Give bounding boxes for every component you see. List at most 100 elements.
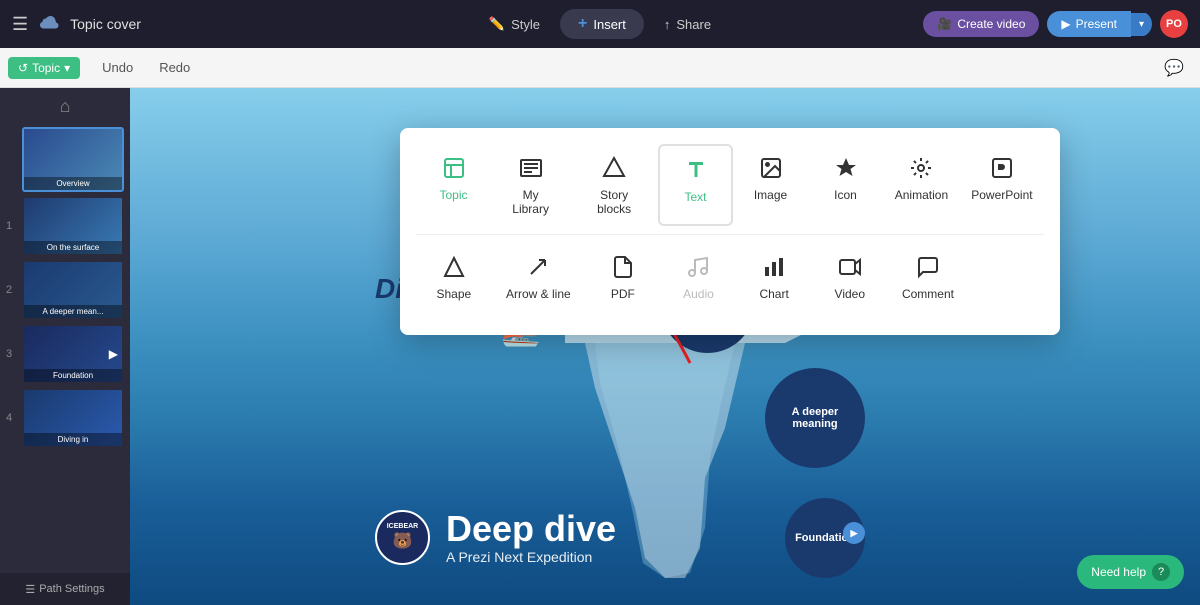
tab-insert[interactable]: + Insert — [560, 9, 644, 39]
menu-item-shape[interactable]: Shape — [416, 243, 491, 311]
topic-badge[interactable]: ↺ Topic ▾ — [8, 57, 80, 79]
icebear-logo: ICEBEAR 🐻 — [375, 510, 430, 565]
undo-button[interactable]: Undo — [90, 56, 145, 79]
menu-item-icon[interactable]: Icon — [808, 144, 883, 226]
menu-row2-spacer — [969, 243, 1044, 311]
video-menu-label: Video — [835, 287, 865, 301]
home-icon: ⌂ — [60, 96, 71, 117]
insert-menu: Topic My Library — [400, 128, 1060, 335]
topic-menu-label: Topic — [439, 188, 467, 202]
powerpoint-menu-icon — [990, 154, 1014, 182]
slide-entry-1: 1 On the surface — [0, 194, 130, 258]
menu-item-powerpoint[interactable]: PowerPoint — [960, 144, 1044, 226]
menu-item-arrow[interactable]: Arrow & line — [492, 243, 585, 311]
arrow-menu-label: Arrow & line — [506, 287, 571, 301]
share-icon: ↑ — [664, 17, 671, 32]
arrow-menu-icon — [526, 253, 550, 281]
slide-label-3: Foundation — [24, 369, 122, 382]
slide-label-4: Diving in — [24, 433, 122, 446]
animation-menu-icon — [909, 154, 933, 182]
topic-refresh-icon: ↺ — [18, 61, 28, 75]
menu-row-2: Shape Arrow & line — [416, 243, 1044, 311]
pdf-menu-label: PDF — [611, 287, 635, 301]
text-menu-label: Text — [685, 190, 707, 204]
slide-label-2: A deeper mean... — [24, 305, 122, 318]
slide-thumb-overview[interactable]: Overview — [22, 127, 124, 192]
slide-thumb-2[interactable]: A deeper mean... — [22, 260, 124, 320]
slide-thumb-4[interactable]: Diving in — [22, 388, 124, 448]
create-video-button[interactable]: 🎥 Create video — [923, 11, 1039, 37]
present-button-group: ▶ Present ▾ — [1047, 11, 1152, 37]
audio-menu-icon — [686, 253, 710, 281]
menu-item-my-library[interactable]: My Library — [491, 144, 570, 226]
menu-item-pdf[interactable]: PDF — [585, 243, 660, 311]
menu-row-1: Topic My Library — [416, 144, 1044, 226]
icon-menu-icon — [834, 154, 858, 182]
doc-title: Topic cover — [70, 16, 141, 32]
play-icon: ▶ — [1061, 17, 1070, 31]
menu-item-story-blocks[interactable]: Story blocks — [570, 144, 658, 226]
need-help-button[interactable]: Need help ? — [1077, 555, 1184, 589]
topic-menu-icon — [442, 154, 466, 182]
foundation-play-icon: ▶ — [843, 522, 865, 544]
image-menu-label: Image — [754, 188, 787, 202]
pencil-icon: ✏️ — [489, 16, 505, 32]
slide-entry-3: 3 Foundation ▶ — [0, 322, 130, 386]
question-icon: ? — [1152, 563, 1170, 581]
shape-menu-label: Shape — [436, 287, 471, 301]
path-settings[interactable]: ☰ Path Settings — [0, 573, 130, 605]
shape-menu-icon — [442, 253, 466, 281]
story-blocks-menu-icon — [602, 154, 626, 182]
sidebar-home[interactable]: ⌂ — [0, 88, 130, 125]
path-icon: ☰ — [25, 583, 35, 596]
slide-entry-2: 2 A deeper mean... — [0, 258, 130, 322]
menu-item-chart[interactable]: Chart — [737, 243, 812, 311]
video-menu-icon — [838, 253, 862, 281]
icon-menu-label: Icon — [834, 188, 857, 202]
present-dropdown[interactable]: ▾ — [1131, 13, 1152, 36]
video-camera-icon: 🎥 — [937, 17, 952, 31]
avatar: PO — [1160, 10, 1188, 38]
menu-item-image[interactable]: Image — [733, 144, 808, 226]
topbar: ☰ Topic cover ✏️ Style + Insert ↑ Share … — [0, 0, 1200, 48]
plus-icon: + — [578, 15, 587, 33]
my-library-label: My Library — [505, 188, 556, 216]
comment-icon[interactable]: 💬 — [1156, 54, 1192, 82]
slide-thumb-1[interactable]: On the surface — [22, 196, 124, 256]
menu-item-text[interactable]: Text — [658, 144, 733, 226]
topbar-center: ✏️ Style + Insert ↑ Share — [471, 9, 729, 39]
topbar-right: 🎥 Create video ▶ Present ▾ PO — [741, 10, 1188, 38]
comment-menu-icon — [916, 253, 940, 281]
audio-menu-label: Audio — [683, 287, 714, 301]
animation-menu-label: Animation — [895, 188, 948, 202]
menu-item-animation[interactable]: Animation — [883, 144, 960, 226]
bottom-title: ICEBEAR 🐻 Deep dive A Prezi Next Expedit… — [375, 509, 616, 565]
redo-button[interactable]: Redo — [147, 56, 202, 79]
text-menu-icon — [684, 156, 708, 184]
powerpoint-menu-label: PowerPoint — [971, 188, 1032, 202]
present-button[interactable]: ▶ Present — [1047, 11, 1131, 37]
circle-foundation[interactable]: Foundation ▶ — [785, 498, 865, 578]
secondary-toolbar: ↺ Topic ▾ Undo Redo 💬 — [0, 48, 1200, 88]
slide-thumb-3[interactable]: Foundation ▶ — [22, 324, 124, 384]
menu-item-topic[interactable]: Topic — [416, 144, 491, 226]
menu-divider — [416, 234, 1044, 235]
tab-style[interactable]: ✏️ Style — [471, 10, 558, 38]
circle-deeper-meaning[interactable]: A deepermeaning — [765, 368, 865, 468]
image-menu-icon — [759, 154, 783, 182]
hamburger-icon[interactable]: ☰ — [12, 14, 28, 35]
menu-item-comment[interactable]: Comment — [888, 243, 968, 311]
menu-item-video[interactable]: Video — [812, 243, 887, 311]
slide-label-overview: Overview — [24, 177, 122, 190]
topic-chevron-icon: ▾ — [64, 61, 70, 75]
menu-item-audio: Audio — [661, 243, 736, 311]
slide-entry-4: 4 Diving in — [0, 386, 130, 450]
main-layout: ⌂ Overview 1 On the surface — [0, 88, 1200, 605]
play-icon-slide3: ▶ — [109, 347, 118, 361]
library-menu-icon — [519, 154, 543, 182]
slide-label-1: On the surface — [24, 241, 122, 254]
pdf-menu-icon — [611, 253, 635, 281]
tab-share[interactable]: ↑ Share — [646, 11, 729, 38]
deep-dive-text: Deep dive A Prezi Next Expedition — [446, 509, 616, 565]
story-blocks-label: Story blocks — [584, 188, 644, 216]
